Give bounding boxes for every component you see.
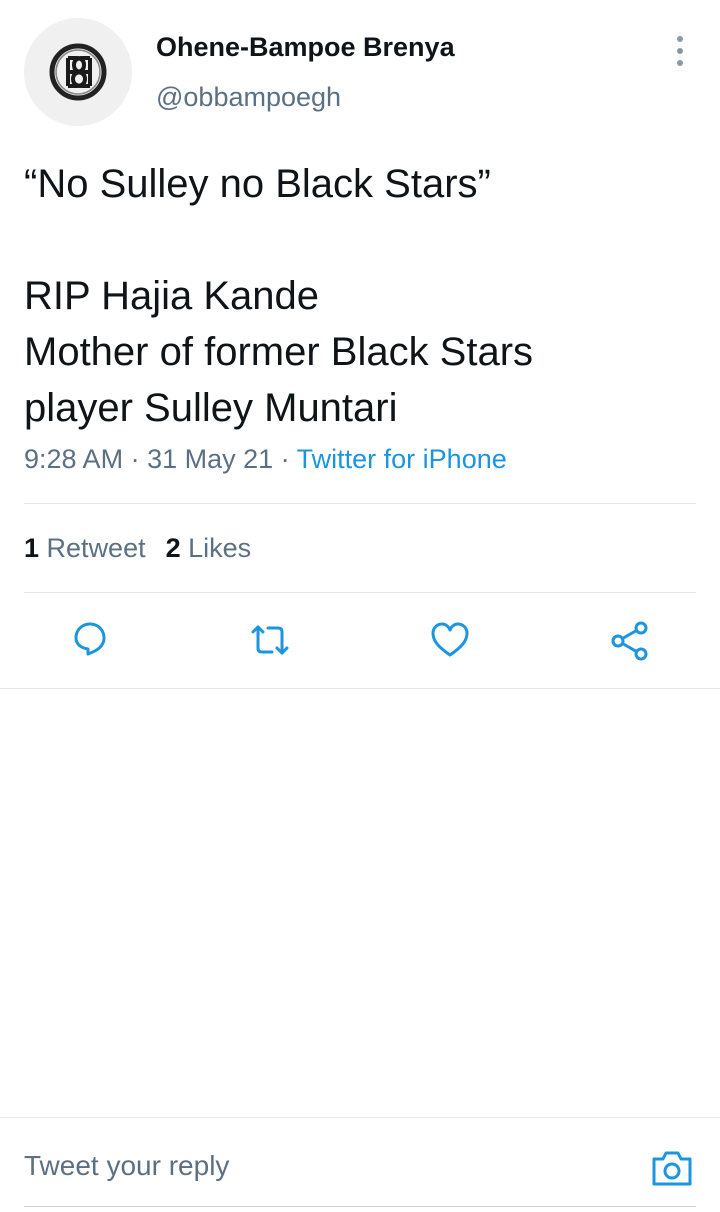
retweets-stat[interactable]: 1 Retweet xyxy=(24,533,146,563)
like-count: 2 xyxy=(165,533,181,563)
divider xyxy=(24,503,696,504)
reply-bar-divider xyxy=(0,1117,720,1118)
tweet-line: player Sulley Muntari xyxy=(24,386,398,430)
reply-underline xyxy=(24,1206,696,1207)
tweet-text: “No Sulley no Black Stars” RIP Hajia Kan… xyxy=(24,156,694,436)
like-icon[interactable] xyxy=(428,618,472,662)
tweet-line: “No Sulley no Black Stars” xyxy=(24,162,491,206)
author-display-name[interactable]: Ohene-Bampoe Brenya xyxy=(156,32,455,63)
tweet-time: 9:28 AM xyxy=(24,444,124,474)
retweet-label: Retweet xyxy=(46,533,146,563)
like-label: Likes xyxy=(188,533,252,563)
camera-icon[interactable] xyxy=(650,1146,694,1190)
reply-icon[interactable] xyxy=(68,618,112,662)
likes-stat[interactable]: 2 Likes xyxy=(166,533,252,563)
tweet-stats: 1 Retweet 2 Likes xyxy=(24,533,251,564)
reply-input[interactable]: Tweet your reply xyxy=(24,1150,229,1182)
tweet-line: Mother of former Black Stars xyxy=(24,330,534,374)
more-options-icon[interactable] xyxy=(664,34,696,68)
bb-monogram-logo-icon xyxy=(49,43,107,101)
meta-separator: · xyxy=(273,444,297,474)
tweet-metadata: 9:28 AM · 31 May 21 · Twitter for iPhone xyxy=(24,444,507,475)
divider xyxy=(0,688,720,689)
tweet-date: 31 May 21 xyxy=(147,444,274,474)
tweet-line: RIP Hajia Kande xyxy=(24,274,319,318)
avatar[interactable] xyxy=(24,18,132,126)
share-icon[interactable] xyxy=(608,618,652,662)
author-handle[interactable]: @obbampoegh xyxy=(156,82,341,113)
retweet-icon[interactable] xyxy=(248,618,292,662)
meta-separator: · xyxy=(123,444,148,474)
divider xyxy=(24,592,696,593)
tweet-source-link[interactable]: Twitter for iPhone xyxy=(297,444,507,474)
retweet-count: 1 xyxy=(24,533,40,563)
